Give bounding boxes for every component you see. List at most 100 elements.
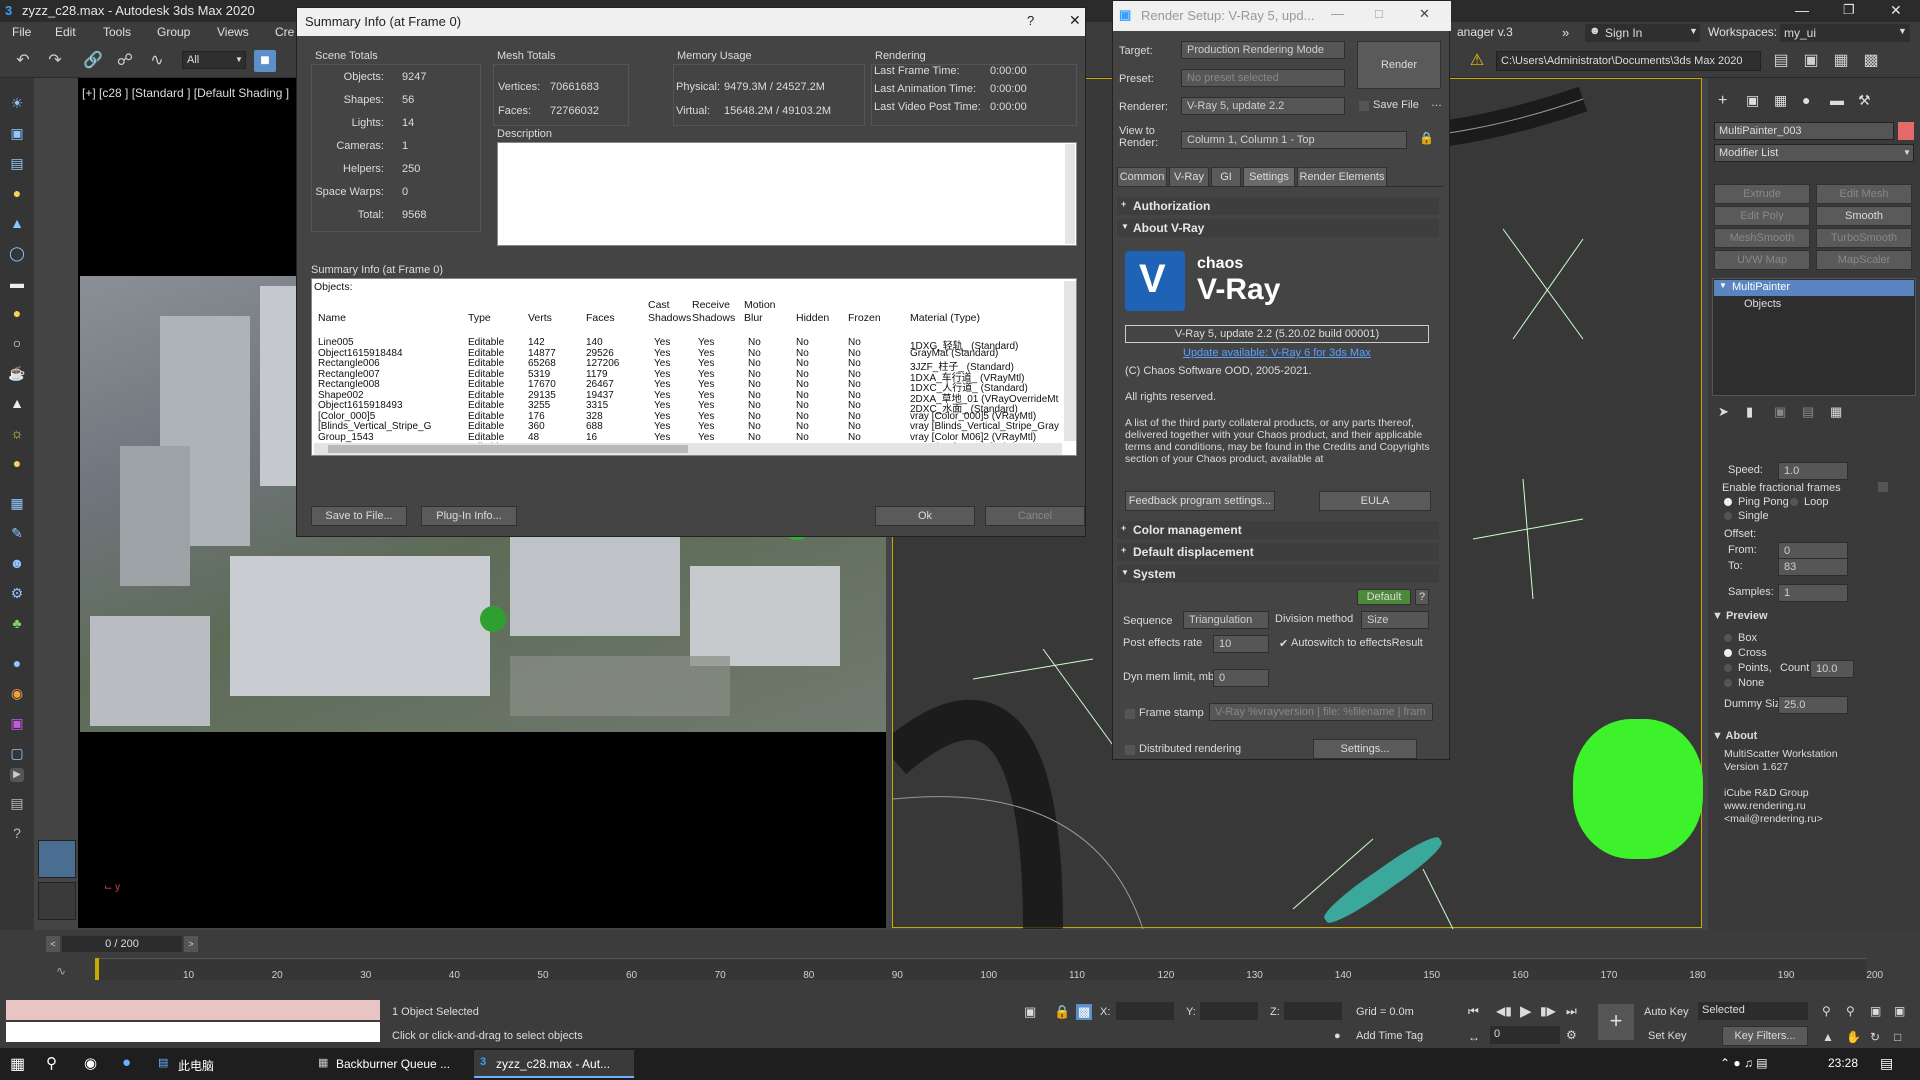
container-icon[interactable]: ▦ bbox=[1830, 50, 1852, 72]
isolate-icon[interactable]: ▣ bbox=[1024, 1004, 1036, 1020]
autoswitch-check-icon[interactable]: ✔ bbox=[1279, 637, 1288, 650]
target-select[interactable]: Production Rendering Mode bbox=[1181, 41, 1345, 59]
unlink-icon[interactable]: ☍ bbox=[114, 50, 136, 72]
workspace-select[interactable]: my_ui ▼ bbox=[1780, 24, 1910, 42]
pin-icon[interactable]: ➤ bbox=[1718, 404, 1729, 420]
division-select[interactable]: Size bbox=[1361, 611, 1429, 629]
table-row[interactable]: Group_1543 Editable 48 16 Yes Yes No No No vray [… bbox=[318, 432, 1058, 443]
windows-start-icon[interactable]: ▦ bbox=[10, 1054, 25, 1074]
scene-explorer-icon[interactable]: ▤ bbox=[1770, 50, 1792, 72]
objects-hscrollbar[interactable] bbox=[314, 443, 1062, 455]
extrude-button[interactable]: Extrude bbox=[1714, 184, 1810, 204]
sequence-select[interactable]: Triangulation bbox=[1183, 611, 1269, 629]
frame-stamp-checkbox[interactable] bbox=[1125, 709, 1135, 719]
ring-icon[interactable]: ○ bbox=[6, 332, 28, 354]
add-time-tag[interactable]: Add Time Tag bbox=[1356, 1030, 1423, 1042]
box-radio[interactable] bbox=[1724, 634, 1732, 642]
undo-icon[interactable]: ↶ bbox=[12, 50, 34, 72]
hscroll-thumb[interactable] bbox=[328, 445, 688, 453]
table-row[interactable]: Rectangle007 Editable 5319 1179 Yes Yes No No No… bbox=[318, 369, 1058, 384]
expand-icon[interactable]: ▶ bbox=[10, 768, 24, 782]
stack-item-multipainter[interactable]: MultiPainter bbox=[1714, 280, 1914, 296]
table-row[interactable]: Rectangle008 Editable 17670 26467 Yes Yes No No… bbox=[318, 379, 1058, 394]
stack-item-objects[interactable]: Objects bbox=[1714, 297, 1914, 313]
menu-create[interactable]: Cre bbox=[275, 25, 294, 39]
viewport-label[interactable]: [+] [c28 ] [Standard ] [Default Shading … bbox=[82, 86, 289, 100]
cross-radio[interactable] bbox=[1724, 649, 1732, 657]
cone-icon[interactable]: ▲ bbox=[6, 392, 28, 414]
single-radio[interactable] bbox=[1724, 512, 1732, 520]
none-radio[interactable] bbox=[1724, 679, 1732, 687]
table-row[interactable]: [Color_000]5 Editable 176 328 Yes Yes No No No vr… bbox=[318, 411, 1058, 422]
minimize-icon[interactable]: — bbox=[1331, 6, 1344, 21]
orbit-icon[interactable]: ↻ bbox=[1870, 1030, 1880, 1044]
cancel-button[interactable]: Cancel bbox=[985, 506, 1085, 526]
objects-list[interactable]: Objects: Name Type Verts Faces Cast Shad… bbox=[311, 278, 1077, 456]
key-mode-icon[interactable]: ↔ bbox=[1468, 1030, 1480, 1044]
globe-icon[interactable]: ● bbox=[6, 652, 28, 674]
file-icon[interactable]: ▤ bbox=[6, 792, 28, 814]
description-textarea[interactable] bbox=[497, 142, 1077, 246]
fractional-checkbox[interactable] bbox=[1878, 482, 1888, 492]
search-icon[interactable]: ⚲ bbox=[46, 1054, 57, 1072]
section-color-management[interactable]: + Color management bbox=[1117, 521, 1439, 539]
human-icon[interactable]: ☻ bbox=[6, 552, 28, 574]
table-row[interactable]: Object1615918484 Editable 14877 29526 Yes Yes… bbox=[318, 348, 1058, 359]
goto-end-icon[interactable]: ⏭ bbox=[1566, 1004, 1577, 1019]
monitor-icon[interactable]: ▢ bbox=[6, 742, 28, 764]
pan-icon[interactable]: ✋ bbox=[1846, 1030, 1861, 1044]
zoom-extents-icon[interactable]: ▣ bbox=[1870, 1004, 1881, 1018]
zoom-icon[interactable]: ⚲ bbox=[1822, 1004, 1831, 1018]
viewport-layout-single[interactable] bbox=[38, 840, 76, 878]
count-spinner[interactable]: 10.0 bbox=[1810, 660, 1854, 678]
dome-icon[interactable]: ◯ bbox=[6, 242, 28, 264]
taskbar-item-backburner[interactable]: ▦ Backburner Queue ... bbox=[314, 1050, 464, 1078]
taskbar-item-3dsmax[interactable]: 3 zyzz_c28.max - Aut... bbox=[474, 1050, 634, 1078]
next-key-icon[interactable]: ▮▶ bbox=[1540, 1004, 1556, 1018]
menu-edit[interactable]: Edit bbox=[55, 25, 76, 39]
turbosmooth-button[interactable]: TurboSmooth bbox=[1816, 228, 1912, 248]
time-config-icon[interactable]: ⚙ bbox=[1566, 1028, 1577, 1042]
selection-filter[interactable]: All ▼ bbox=[182, 51, 246, 69]
default-button[interactable]: Default bbox=[1357, 589, 1411, 605]
taskbar-item-this-pc[interactable]: ▤ 此电脑 bbox=[152, 1050, 302, 1078]
edit-mesh-button[interactable]: Edit Mesh bbox=[1816, 184, 1912, 204]
distributed-checkbox[interactable] bbox=[1125, 745, 1135, 755]
plane-icon[interactable]: ▬ bbox=[6, 272, 28, 294]
help-icon[interactable]: ? bbox=[6, 822, 28, 844]
ping-pong-radio[interactable] bbox=[1724, 498, 1732, 506]
dyn-mem-spinner[interactable]: 0 bbox=[1213, 669, 1269, 687]
tab-render-elements[interactable]: Render Elements bbox=[1297, 167, 1387, 187]
smooth-button[interactable]: Smooth bbox=[1816, 206, 1912, 226]
close-icon[interactable]: ✕ bbox=[1069, 12, 1081, 29]
y-coordinate-field[interactable] bbox=[1200, 1002, 1258, 1020]
menu-tools[interactable]: Tools bbox=[103, 25, 131, 39]
gear-icon[interactable]: ⚙ bbox=[6, 582, 28, 604]
auto-key-button[interactable]: Auto Key bbox=[1644, 1006, 1689, 1018]
maximize-icon[interactable]: □ bbox=[1375, 6, 1383, 21]
help-icon[interactable]: ? bbox=[1415, 589, 1429, 605]
close-icon[interactable]: ✕ bbox=[1890, 2, 1902, 19]
preset-select[interactable]: No preset selected bbox=[1181, 69, 1345, 87]
select-object-icon[interactable]: ■ bbox=[254, 50, 276, 72]
tab-vray[interactable]: V-Ray bbox=[1169, 167, 1209, 187]
samples-spinner[interactable]: 1 bbox=[1778, 584, 1848, 602]
utilities-tab-icon[interactable]: ⚒ bbox=[1858, 92, 1871, 109]
edit-poly-button[interactable]: Edit Poly bbox=[1714, 206, 1810, 226]
play-icon[interactable]: ▶ bbox=[1520, 1002, 1532, 1020]
x-coordinate-field[interactable] bbox=[1116, 1002, 1174, 1020]
current-frame-field[interactable]: 0 bbox=[1490, 1026, 1560, 1044]
lock-icon[interactable]: 🔒 bbox=[1419, 131, 1434, 145]
key-mode-select[interactable]: Selected bbox=[1698, 1002, 1808, 1020]
save-to-file-button[interactable]: Save to File... bbox=[311, 506, 407, 526]
z-coordinate-field[interactable] bbox=[1284, 1002, 1342, 1020]
set-key-plus-icon[interactable]: + bbox=[1598, 1004, 1634, 1040]
object-color-swatch[interactable] bbox=[1898, 122, 1914, 140]
grid-icon[interactable]: ▦ bbox=[6, 492, 28, 514]
link-icon[interactable]: 🔗 bbox=[82, 50, 104, 72]
section-default-displacement[interactable]: + Default displacement bbox=[1117, 543, 1439, 561]
sign-in-button[interactable]: ☻ Sign In ▼ bbox=[1585, 24, 1700, 42]
close-icon[interactable]: ✕ bbox=[1419, 6, 1430, 22]
warning-icon[interactable]: ⚠ bbox=[1466, 50, 1488, 72]
speed-spinner[interactable]: 1.0 bbox=[1778, 462, 1848, 480]
